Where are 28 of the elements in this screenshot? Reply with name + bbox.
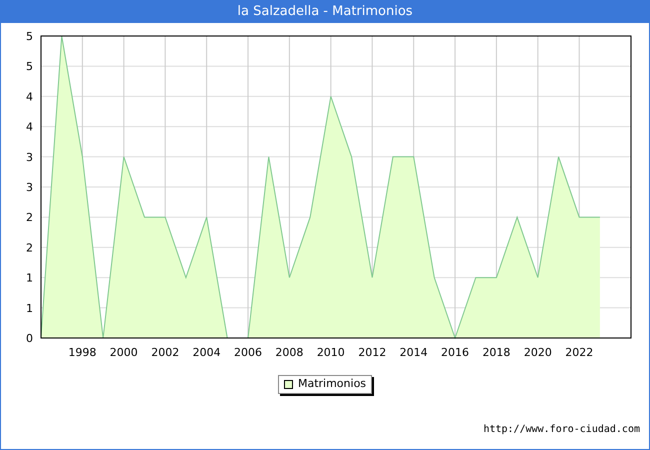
y-tick-label: 2: [26, 211, 33, 224]
y-tick-label: 4: [26, 90, 33, 104]
y-tick-label: 1: [26, 302, 33, 315]
x-tick-label: 2002: [151, 346, 180, 358]
x-tick-label: 2018: [482, 346, 510, 358]
x-tick-label: 2000: [110, 346, 138, 358]
y-tick-label: 3: [26, 150, 33, 164]
y-tick-label: 3: [26, 181, 33, 194]
y-tick-label: 1: [26, 272, 33, 285]
x-tick-label: 2012: [358, 346, 386, 358]
x-tick-label: 2010: [316, 346, 345, 358]
x-tick-label: 2006: [234, 346, 262, 358]
x-tick-label: 2008: [275, 346, 304, 358]
x-tick-label: 2020: [524, 346, 552, 358]
y-tick-label: 5: [26, 60, 33, 74]
footer-url: http://www.foro-ciudad.com: [483, 423, 640, 437]
x-tick-label: 1998: [68, 346, 96, 358]
y-tick-label: 5: [26, 30, 33, 43]
x-tick-label: 2022: [565, 346, 594, 358]
y-tick-label: 0: [26, 332, 33, 345]
y-tick-label: 2: [26, 241, 33, 254]
x-tick-label: 2016: [441, 346, 470, 358]
x-tick-label: 2004: [192, 346, 221, 358]
x-tick-label: 2014: [400, 346, 428, 358]
chart-title: la Salzadella - Matrimonios: [237, 3, 413, 22]
legend-label: Matrimonios: [298, 376, 366, 392]
y-tick-label: 4: [26, 120, 33, 134]
legend-swatch-icon: [284, 380, 293, 389]
